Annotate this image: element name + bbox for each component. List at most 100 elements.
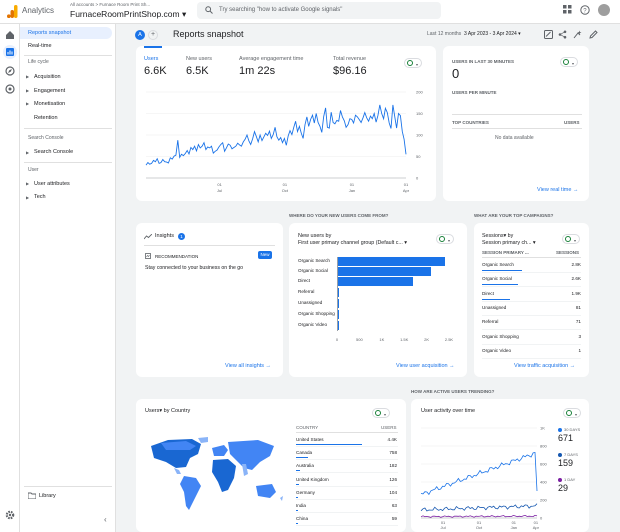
data-quality-check[interactable]: ▾ <box>560 57 578 67</box>
column-header: USERS <box>381 425 397 430</box>
country-card-title[interactable]: Users▾ by Country <box>145 408 190 414</box>
country-row-label[interactable]: United States <box>296 437 324 442</box>
search-placeholder: Try searching "how to activate Google si… <box>219 6 343 13</box>
nav-user-attributes[interactable]: User attributes <box>20 178 116 190</box>
property-selector[interactable]: FurnaceRoomPrintShop.com ▾ <box>70 9 186 20</box>
insights-card: Insights 1 RECOMMENDATION New Stay conne… <box>136 223 283 377</box>
view-realtime-link[interactable]: View real time → <box>537 187 578 193</box>
reports-nav[interactable] <box>3 45 17 59</box>
country-row-label[interactable]: Canada <box>296 450 312 455</box>
data-quality-check[interactable]: ▾ <box>563 408 581 418</box>
date-range-value: 3 Apr 2023 - 3 Apr 2024 ▾ <box>463 31 521 37</box>
realtime-subtitle: USERS PER MINUTE <box>452 90 497 95</box>
country-row-label[interactable]: India <box>296 503 306 508</box>
data-quality-check[interactable]: ▾ <box>562 234 580 244</box>
country-row-label[interactable]: China <box>296 516 308 521</box>
home-icon[interactable] <box>5 30 15 40</box>
nav-search-console-header[interactable]: Search Console <box>28 135 64 141</box>
campaign-row-label[interactable]: Unassigned <box>482 305 506 310</box>
view-all-insights-link[interactable]: View all insights → <box>225 363 271 369</box>
legend-dot <box>558 478 562 482</box>
edit-pencil-icon[interactable] <box>589 30 598 39</box>
account-breadcrumb[interactable]: All accounts > Furnace Room Print Sh... <box>70 2 150 7</box>
y-tick-label: 800 <box>540 444 547 449</box>
divider <box>296 512 398 513</box>
acq-row-label: Unassigned <box>298 300 323 305</box>
help-icon[interactable]: ? <box>580 5 590 15</box>
nav-engagement[interactable]: Engagement <box>20 85 116 97</box>
campaign-row-value: 2.6K <box>571 276 581 282</box>
campaign-row-label[interactable]: Direct <box>482 291 494 296</box>
nav-acquisition[interactable]: Acquisition <box>20 71 116 83</box>
comparison-avatar[interactable]: A <box>135 30 145 40</box>
metric-label: New users <box>186 56 212 62</box>
add-comparison-button[interactable]: + <box>148 30 158 40</box>
nav-reports-snapshot[interactable]: Reports snapshot <box>20 27 112 39</box>
column-header: TOP COUNTRIES <box>452 120 489 125</box>
acq-bar[interactable] <box>337 257 445 266</box>
explore-icon[interactable] <box>5 66 15 76</box>
search-bar[interactable]: Try searching "how to activate Google si… <box>197 2 441 19</box>
users-line-chart[interactable]: 20015010050001Jul01Oct01Jan01Apr <box>136 86 436 201</box>
country-row-label[interactable]: Germany <box>296 490 315 495</box>
acq-x-tick: 2.5K <box>445 337 454 342</box>
divider <box>296 498 398 500</box>
view-user-acquisition-link[interactable]: View user acquisition → <box>396 363 455 369</box>
y-tick-label: 600 <box>540 462 547 467</box>
share-icon[interactable] <box>558 30 567 39</box>
campaign-row-label[interactable]: Organic Video <box>482 348 511 353</box>
x-tick-day: 01 <box>404 182 409 187</box>
legend-value: 671 <box>558 433 574 443</box>
acq-row-label: Referral <box>298 289 315 294</box>
country-row-bar <box>296 510 298 511</box>
campaign-row-label[interactable]: Organic Social <box>482 276 512 281</box>
account-avatar[interactable] <box>598 4 610 16</box>
world-map[interactable] <box>146 434 291 519</box>
insights-count-badge: 1 <box>178 233 185 240</box>
divider <box>482 329 581 331</box>
campaign-row-label[interactable]: Referral <box>482 319 498 324</box>
collapse-nav-icon[interactable]: ‹ <box>104 515 107 524</box>
divider <box>296 446 398 447</box>
nav-life-cycle-header[interactable]: Life cycle <box>28 59 49 65</box>
campaign-row-label[interactable]: Organic Search <box>482 262 514 267</box>
date-range-picker[interactable]: Last 12 months 3 Apr 2023 - 3 Apr 2024 ▾ <box>427 31 521 37</box>
acq-bar[interactable] <box>337 277 414 286</box>
country-row-label[interactable]: Australia <box>296 463 314 468</box>
legend-label: 1 DAY <box>564 477 576 482</box>
recommendation-text[interactable]: Stay connected to your business on the g… <box>145 265 243 271</box>
data-quality-check[interactable]: ▾ <box>436 234 454 244</box>
campaign-dimension-selector[interactable]: Session primary ch... ▾ <box>482 240 536 246</box>
x-tick-month: Oct <box>282 188 289 193</box>
acq-dimension-selector[interactable]: First user primary channel group (Defaul… <box>298 240 407 246</box>
data-quality-check[interactable]: ▾ <box>372 408 390 418</box>
overview-card: Users 6.6K New users 6.5K Average engage… <box>136 46 436 201</box>
legend-value: 29 <box>558 483 569 493</box>
nav-search-console[interactable]: Search Console <box>20 146 116 158</box>
divider <box>452 114 582 115</box>
acq-bar[interactable] <box>337 267 432 276</box>
insights-sparkle-icon[interactable] <box>573 30 582 39</box>
campaign-metric-selector[interactable]: Sessions▾ by <box>482 233 513 239</box>
nav-realtime[interactable]: Real-time <box>20 40 116 52</box>
nav-retention[interactable]: Retention <box>20 112 116 124</box>
data-quality-check[interactable]: ▾ <box>404 58 422 68</box>
nav-user-header[interactable]: User <box>28 167 39 173</box>
column-header: USERS <box>564 120 580 125</box>
advertising-icon[interactable] <box>5 84 15 94</box>
settings-gear-icon[interactable] <box>5 510 15 520</box>
country-row-label[interactable]: United Kingdom <box>296 477 329 482</box>
insights-title: Insights <box>155 233 174 239</box>
apps-grid-icon[interactable] <box>563 5 572 14</box>
divider <box>296 485 398 487</box>
nav-library[interactable]: Library <box>20 490 116 502</box>
view-traffic-acquisition-link[interactable]: View traffic acquisition → <box>514 363 575 369</box>
campaign-row-bar <box>482 270 522 271</box>
chevron-down-icon: ▾ <box>572 61 575 66</box>
customize-report-icon[interactable] <box>544 30 553 39</box>
report-header: A + Reports snapshot Last 12 months 3 Ap… <box>116 24 620 46</box>
check-circle-icon <box>439 236 445 242</box>
nav-tech[interactable]: Tech <box>20 191 116 203</box>
campaign-row-label[interactable]: Organic Shopping <box>482 334 519 339</box>
nav-monetisation[interactable]: Monetisation <box>20 98 116 110</box>
